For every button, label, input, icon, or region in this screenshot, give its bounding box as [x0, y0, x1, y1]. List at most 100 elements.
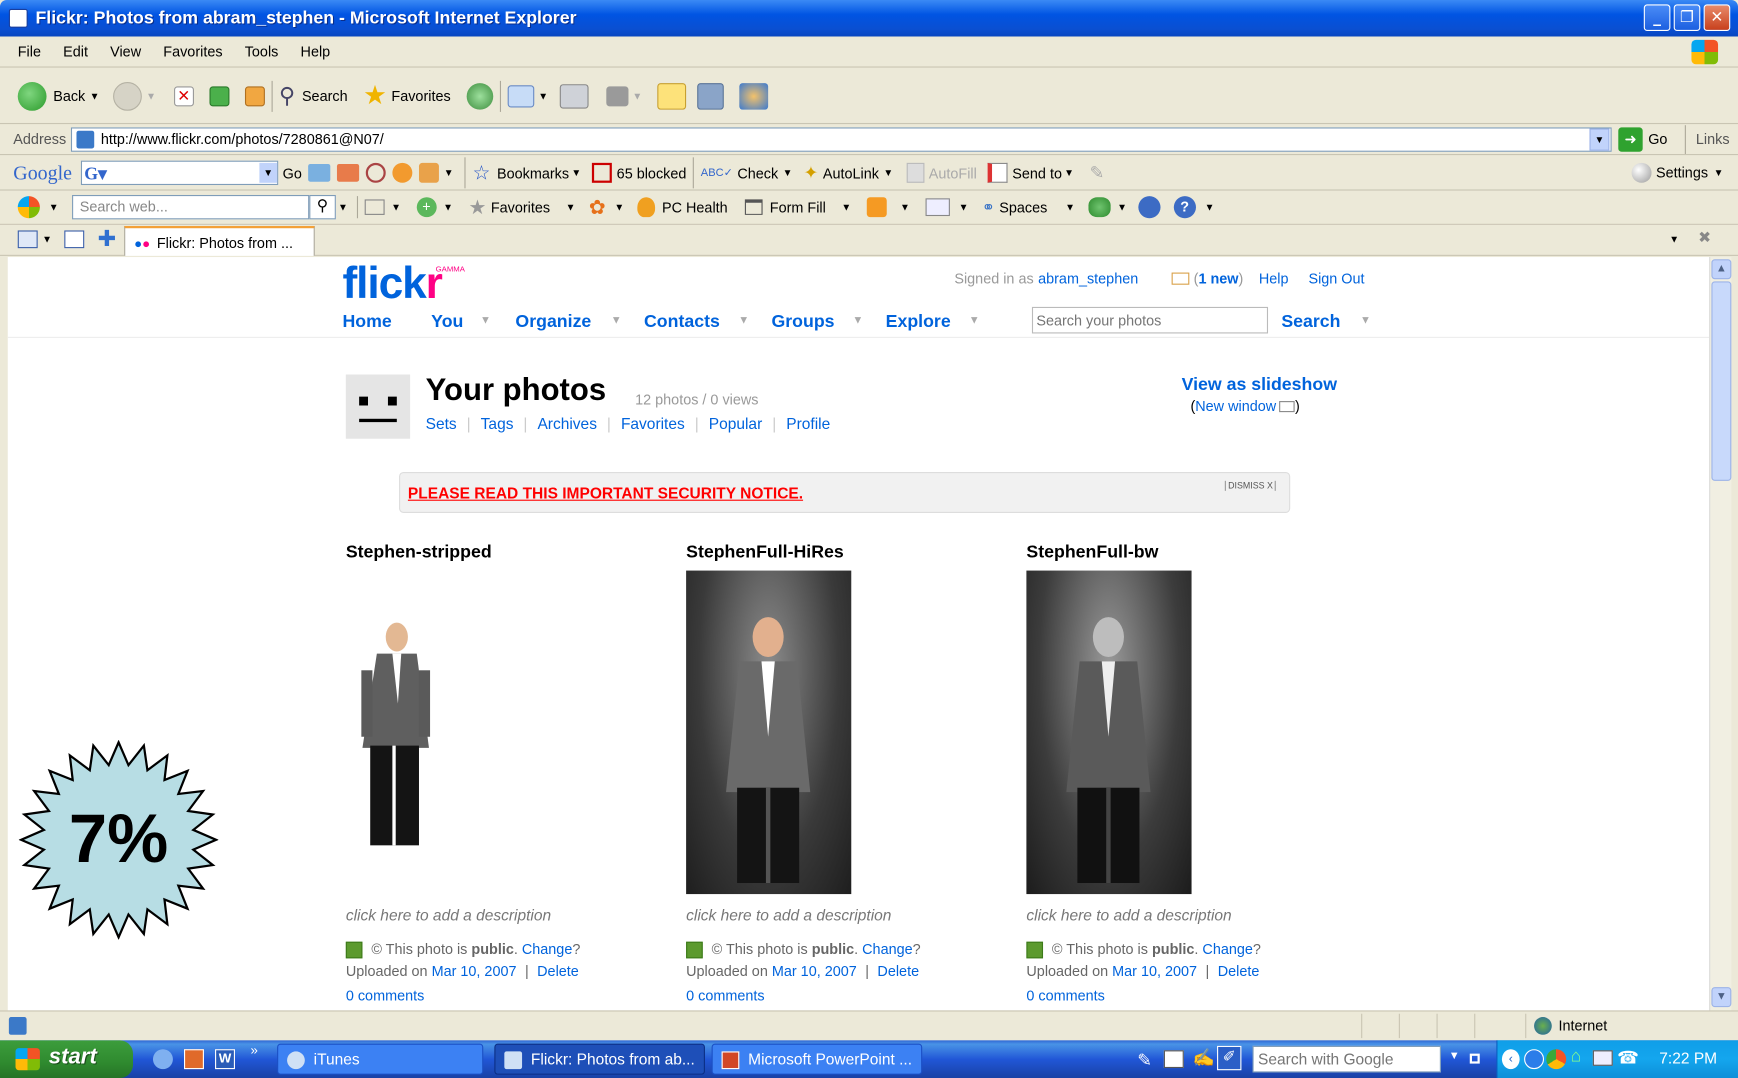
research-icon[interactable]	[697, 82, 725, 110]
new-tab-icon[interactable]: ✚	[98, 225, 117, 252]
upload-date-link[interactable]: Mar 10, 2007	[432, 963, 517, 980]
mail-envelope-icon[interactable]	[1171, 272, 1190, 285]
google-logo[interactable]: Google	[13, 161, 72, 184]
search-photos-input[interactable]	[1031, 306, 1269, 334]
tray-phone-icon[interactable]: ☎	[1617, 1047, 1639, 1069]
deskbar-dropdown-icon[interactable]: ▼	[1449, 1050, 1460, 1062]
form-fill-icon[interactable]	[745, 199, 764, 215]
sendto-icon[interactable]	[987, 162, 1008, 183]
restore-button[interactable]: ❐	[1673, 4, 1701, 32]
tab-flickr[interactable]: ●● Flickr: Photos from ...	[124, 226, 315, 256]
ie-app-icon[interactable]	[8, 8, 28, 28]
delete-link[interactable]: Delete	[537, 963, 579, 980]
history-icon[interactable]	[466, 82, 493, 110]
msn-search-icon[interactable]: ⚲	[309, 194, 336, 220]
google-search-dropdown-icon[interactable]: ▼	[259, 162, 278, 183]
minimize-button[interactable]: _	[1643, 4, 1671, 32]
comments-link[interactable]: 0 comments	[1026, 987, 1104, 1004]
autolink-icon[interactable]: ✦	[804, 162, 819, 184]
tabs-icon[interactable]	[364, 199, 385, 215]
go-arrow-icon[interactable]: ➜	[1618, 127, 1643, 152]
spaces-button[interactable]: Spaces	[999, 199, 1047, 216]
nav-explore[interactable]: Explore	[886, 312, 951, 332]
edit-dropdown-icon[interactable]: ▼	[632, 90, 642, 101]
handwriting-icon[interactable]: ✍	[1193, 1047, 1215, 1069]
quicklaunch-word-icon[interactable]: W	[215, 1049, 235, 1070]
comments-link[interactable]: 0 comments	[346, 987, 424, 1004]
search-icon[interactable]: ⚲	[279, 82, 295, 110]
subnav-favorites[interactable]: Favorites	[621, 414, 685, 432]
mail-icon[interactable]	[507, 84, 534, 107]
help-link[interactable]: Help	[1259, 270, 1289, 287]
rss-icon[interactable]	[866, 197, 887, 218]
close-tab-icon[interactable]: ✖	[1698, 228, 1711, 247]
search-button[interactable]: Search	[302, 88, 348, 105]
check-button[interactable]: Check	[737, 165, 778, 182]
tray-network-icon[interactable]	[1524, 1049, 1545, 1070]
back-arrow-icon[interactable]	[17, 81, 47, 111]
nav-explore-dropdown-icon[interactable]: ▼	[969, 315, 980, 327]
quicklaunch-outlook-icon[interactable]	[183, 1049, 204, 1070]
photo-thumbnail[interactable]	[1026, 570, 1192, 895]
favorites-star-icon[interactable]: ★	[363, 80, 387, 112]
taskbar-item-itunes[interactable]: iTunes	[277, 1043, 484, 1075]
autofill-button[interactable]: AutoFill	[929, 165, 977, 182]
tray-wifi-icon[interactable]: ⌂	[1571, 1047, 1582, 1067]
start-button[interactable]: start	[0, 1040, 134, 1078]
highlight-icon[interactable]	[392, 162, 413, 183]
subnav-profile[interactable]: Profile	[786, 414, 830, 432]
google-search-input[interactable]: G▾ ▼	[80, 160, 279, 186]
change-privacy-link[interactable]: Change	[862, 941, 912, 958]
autolink-button[interactable]: AutoLink	[823, 165, 879, 182]
news-icon[interactable]	[308, 163, 331, 182]
tray-expand-icon[interactable]: ‹	[1501, 1049, 1520, 1070]
nav-you-dropdown-icon[interactable]: ▼	[480, 315, 491, 327]
subnav-sets[interactable]: Sets	[426, 414, 457, 432]
quicklaunch-more-icon[interactable]: »	[251, 1043, 258, 1059]
msn-logo-icon[interactable]: ✿	[589, 196, 606, 219]
settings-icon[interactable]	[1631, 162, 1652, 183]
forward-arrow-icon[interactable]	[112, 81, 142, 111]
popup-blocker-icon[interactable]	[592, 162, 613, 183]
subnav-tags[interactable]: Tags	[481, 414, 514, 432]
upload-date-link[interactable]: Mar 10, 2007	[772, 963, 857, 980]
menu-view[interactable]: View	[110, 43, 141, 60]
subnav-popular[interactable]: Popular	[709, 414, 762, 432]
msn-search-input[interactable]: Search web...	[71, 194, 310, 220]
home-icon[interactable]	[244, 85, 265, 106]
new-window-link[interactable]: New window	[1195, 398, 1276, 415]
taskbar-item-powerpoint[interactable]: Microsoft PowerPoint ...	[711, 1043, 923, 1075]
menu-help[interactable]: Help	[301, 43, 331, 60]
menu-edit[interactable]: Edit	[63, 43, 88, 60]
upload-date-link[interactable]: Mar 10, 2007	[1112, 963, 1197, 980]
photo-thumbnail[interactable]	[346, 571, 510, 895]
search-dropdown-icon[interactable]: ▼	[1360, 315, 1371, 327]
msn-favorites-star-icon[interactable]: ★	[469, 196, 487, 219]
scroll-thumb[interactable]	[1711, 281, 1732, 481]
messenger-icon[interactable]	[739, 82, 769, 110]
slideshow-link[interactable]: View as slideshow	[1182, 376, 1337, 396]
close-button[interactable]: ✕	[1703, 4, 1731, 32]
pen-icon[interactable]: ✎	[1137, 1049, 1157, 1070]
add-icon[interactable]: +	[416, 197, 437, 218]
username-link[interactable]: abram_stephen	[1038, 270, 1138, 287]
tab-menu-dropdown-icon[interactable]: ▼	[1669, 234, 1679, 245]
print-icon[interactable]	[559, 83, 589, 109]
vertical-scrollbar[interactable]: ▲ ▼	[1709, 257, 1732, 1011]
menu-tools[interactable]: Tools	[245, 43, 279, 60]
nav-organize[interactable]: Organize	[515, 312, 591, 332]
nav-groups-dropdown-icon[interactable]: ▼	[852, 315, 863, 327]
stop-icon[interactable]: ✕	[173, 85, 194, 106]
sendto-button[interactable]: Send to	[1012, 165, 1062, 182]
new-mail-link[interactable]: 1 new	[1198, 270, 1238, 287]
photo-title[interactable]: Stephen-stripped	[346, 543, 492, 562]
forward-dropdown-icon[interactable]: ▼	[146, 90, 156, 101]
photo-description[interactable]: click here to add a description	[686, 906, 891, 924]
google-go-button[interactable]: Go	[283, 165, 302, 182]
tab-list-icon[interactable]	[64, 230, 85, 249]
delete-link[interactable]: Delete	[877, 963, 919, 980]
refresh-icon[interactable]	[209, 85, 230, 106]
messenger-circle-icon[interactable]	[1138, 196, 1161, 219]
form-fill-button[interactable]: Form Fill	[770, 199, 826, 216]
flickr-logo[interactable]: flickr	[343, 259, 443, 309]
